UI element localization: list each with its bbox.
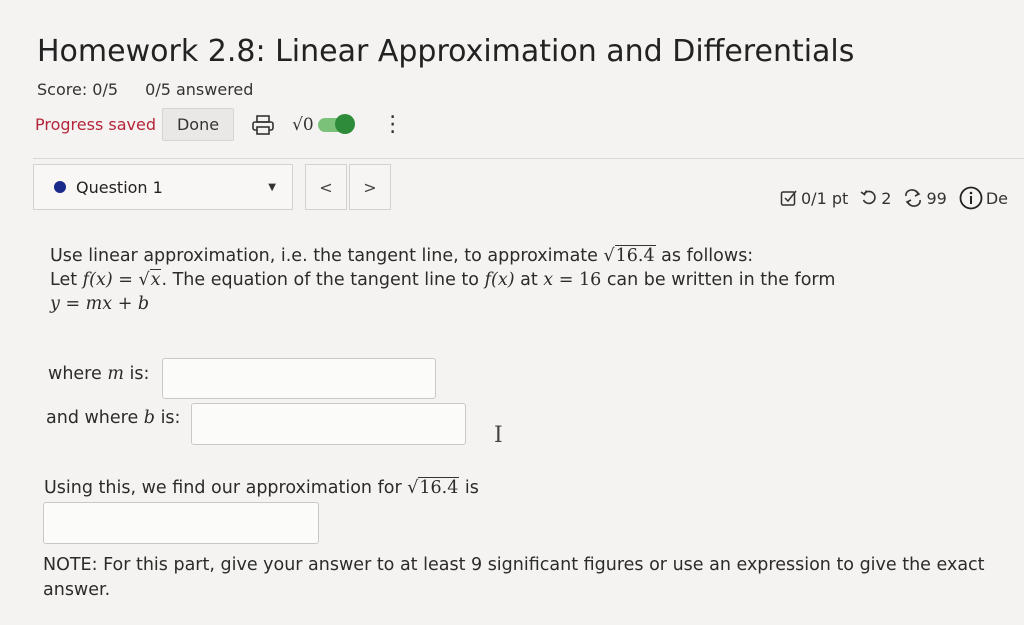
attempts-meta: 99 <box>903 189 947 208</box>
progress-row: Progress saved Done √0 ⋮ <box>35 108 404 141</box>
retries-meta: 2 <box>860 189 891 208</box>
page-title: Homework 2.8: Linear Approximation and D… <box>37 34 855 69</box>
score-text: Score: 0/5 <box>37 80 119 99</box>
question-status-dot <box>54 181 66 193</box>
question-label: Question 1 <box>76 177 163 197</box>
question-let: Let f(x) = √x. The equation of the tange… <box>50 269 836 290</box>
approx-label: Using this, we find our approximation fo… <box>44 477 479 498</box>
question-body: Use linear approximation, i.e. the tange… <box>50 244 990 316</box>
print-icon[interactable] <box>252 114 274 135</box>
undo-icon <box>860 190 876 205</box>
note-text: NOTE: For this part, give your answer to… <box>43 555 985 600</box>
question-meta: 0/1 pt 2 99 De <box>780 186 1020 210</box>
tangent-form: y = mx + b <box>50 294 150 314</box>
text-cursor-icon: I <box>494 423 503 448</box>
toggle-switch[interactable] <box>317 113 355 134</box>
sqrt-icon: √0 <box>292 114 314 135</box>
answered-text: 0/5 answered <box>145 80 254 99</box>
retry-icon <box>905 189 922 207</box>
done-button[interactable]: Done <box>161 108 235 141</box>
chevron-down-icon: ▼ <box>268 181 276 193</box>
math-entry-toggle[interactable]: √0 <box>292 113 355 135</box>
progress-saved-text: Progress saved <box>35 115 156 134</box>
score-row: Score: 0/5 0/5 answered <box>37 80 275 99</box>
details-button[interactable]: De <box>959 186 1008 210</box>
approximation-input[interactable] <box>43 502 319 544</box>
b-input[interactable] <box>191 403 466 445</box>
more-options-icon[interactable]: ⋮ <box>382 113 404 136</box>
points-meta: 0/1 pt <box>780 189 848 208</box>
info-icon <box>959 186 983 210</box>
next-question-button[interactable]: > <box>349 164 391 210</box>
m-label: where m is: <box>48 364 150 384</box>
m-input[interactable] <box>162 358 436 399</box>
question-selector[interactable]: Question 1 ▼ <box>33 164 293 210</box>
b-label: and where b is: <box>46 408 181 428</box>
prev-question-button[interactable]: < <box>305 164 347 210</box>
header-divider <box>33 158 1024 159</box>
question-intro: Use linear approximation, i.e. the tange… <box>50 245 754 266</box>
checkbox-icon <box>780 190 797 206</box>
